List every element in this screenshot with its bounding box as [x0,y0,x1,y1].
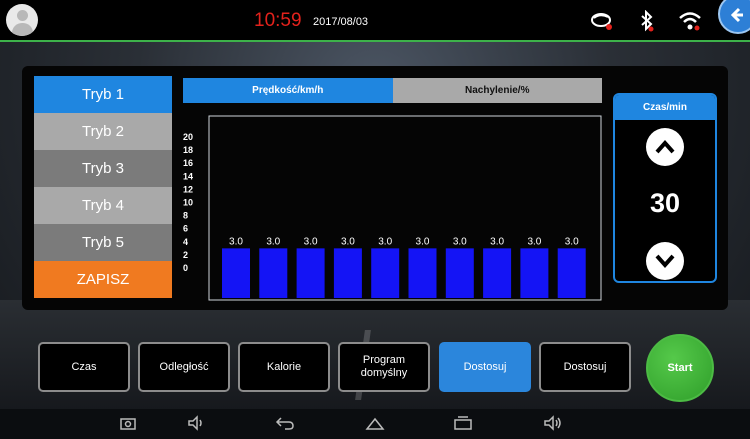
navigation-bar [0,409,750,439]
back-button[interactable] [718,0,750,34]
home-icon[interactable] [365,415,385,431]
y-tick-label: 14 [183,171,193,181]
bar-value-label: 3.0 [266,236,280,247]
recent-apps-icon[interactable] [453,415,473,431]
date: 2017/08/03 [313,16,369,28]
y-tick-label: 8 [183,211,188,221]
bar-value-label: 3.0 [304,236,318,247]
mode-label: Tryb 2 [82,123,124,140]
status-bar: 10:59 2017/08/03 [0,0,750,42]
wifi-icon[interactable] [678,10,702,32]
speed-chart: 0 2 4 6 8 10 12 14 16 18 20 3.0 3.0 3.0 3.0 3.0 3.0 3.0 3.… [183,115,602,301]
speed-bar[interactable] [520,248,549,298]
y-tick-label: 12 [183,184,193,194]
mode-item-2[interactable]: Tryb 2 [34,113,172,150]
chevron-down-icon [655,254,675,269]
speed-bar[interactable] [408,248,437,298]
calories-button[interactable]: Kalorie [238,342,330,392]
timer-box: Czas/min 30 [613,93,717,283]
tab-speed[interactable]: Prędkość/km/h [183,78,393,103]
bar-value-label: 3.0 [416,236,430,247]
bar-value-label: 3.0 [229,236,243,247]
bar-value-label: 3.0 [378,236,392,247]
time-button[interactable]: Czas [38,342,130,392]
save-label: ZAPISZ [76,271,130,288]
speed-bar[interactable] [333,248,362,298]
decrease-time-button[interactable] [646,242,684,280]
y-tick-label: 20 [183,132,193,142]
y-tick-label: 0 [183,263,188,273]
distance-button[interactable]: Odległość [138,342,230,392]
save-button[interactable]: ZAPISZ [34,261,172,298]
volume-down-icon[interactable] [187,415,205,431]
tab-incline[interactable]: Nachylenie/% [392,78,602,103]
bar-value-label: 3.0 [453,236,467,247]
mode-label: Tryb 3 [82,160,124,177]
timer-title: Czas/min [615,95,715,120]
adjust-button[interactable]: Dostosuj [539,342,631,392]
back-arrow-icon [730,7,743,23]
default-program-button[interactable]: Program domyślny [338,342,430,392]
bar-value-label: 3.0 [527,236,541,247]
avatar-icon[interactable] [6,4,38,36]
screenshot-icon[interactable] [120,415,136,431]
mode-label: Tryb 5 [82,234,124,251]
bar-value-label: 3.0 [341,236,355,247]
bar-value-label: 3.0 [565,236,579,247]
chevron-up-icon [655,139,675,154]
y-tick-label: 10 [183,198,193,208]
y-tick-label: 4 [183,237,188,247]
speed-bar[interactable] [483,248,512,298]
chart-tabs: Prędkość/km/h Nachylenie/% [183,78,602,103]
mode-item-3[interactable]: Tryb 3 [34,150,172,187]
back-icon[interactable] [275,415,295,431]
mode-item-4[interactable]: Tryb 4 [34,187,172,224]
mode-label: Tryb 1 [82,86,124,103]
mode-label: Tryb 4 [82,197,124,214]
y-tick-label: 16 [183,158,193,168]
increase-time-button[interactable] [646,128,684,166]
y-tick-label: 2 [183,250,188,260]
mode-list: Tryb 1 Tryb 2 Tryb 3 Tryb 4 Tryb 5 ZAPIS… [34,76,172,298]
speed-bar[interactable] [259,248,288,298]
mode-item-5[interactable]: Tryb 5 [34,224,172,261]
speed-bar[interactable] [371,248,400,298]
start-button[interactable]: Start [646,334,714,402]
y-tick-label: 6 [183,224,188,234]
speed-bar[interactable] [296,248,325,298]
timer-value: 30 [649,188,681,218]
y-tick-label: 18 [183,145,193,155]
speed-bar[interactable] [222,248,250,298]
bluetooth-icon[interactable] [640,10,654,32]
speed-bar[interactable] [557,248,586,298]
speed-bar[interactable] [445,248,474,298]
volume-up-icon[interactable] [543,415,563,431]
clock: 10:59 [254,10,302,31]
shoe-icon[interactable] [590,10,614,32]
mode-item-1[interactable]: Tryb 1 [34,76,172,113]
adjust-button-active[interactable]: Dostosuj [439,342,531,392]
bar-value-label: 3.0 [490,236,504,247]
